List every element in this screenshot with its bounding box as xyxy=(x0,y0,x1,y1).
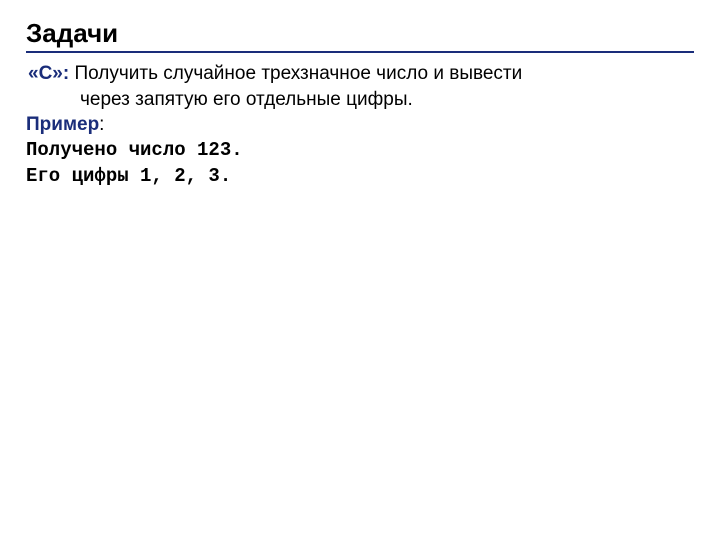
example-output-line1: Получено число 123. xyxy=(26,138,694,164)
example-label-row: Пример: xyxy=(26,112,694,138)
example-colon: : xyxy=(99,114,104,135)
page-title: Задачи xyxy=(26,18,694,53)
content-area: «C»: Получить случайное трехзначное числ… xyxy=(26,61,694,189)
task-block: «C»: Получить случайное трехзначное числ… xyxy=(28,61,694,112)
task-level-label: «C»: xyxy=(28,63,69,84)
task-text-line2: через запятую его отдельные цифры. xyxy=(80,87,694,113)
task-text-line1: Получить случайное трехзначное число и в… xyxy=(69,63,522,84)
example-label: Пример xyxy=(26,114,99,135)
example-output-line2: Его цифры 1, 2, 3. xyxy=(26,164,694,190)
